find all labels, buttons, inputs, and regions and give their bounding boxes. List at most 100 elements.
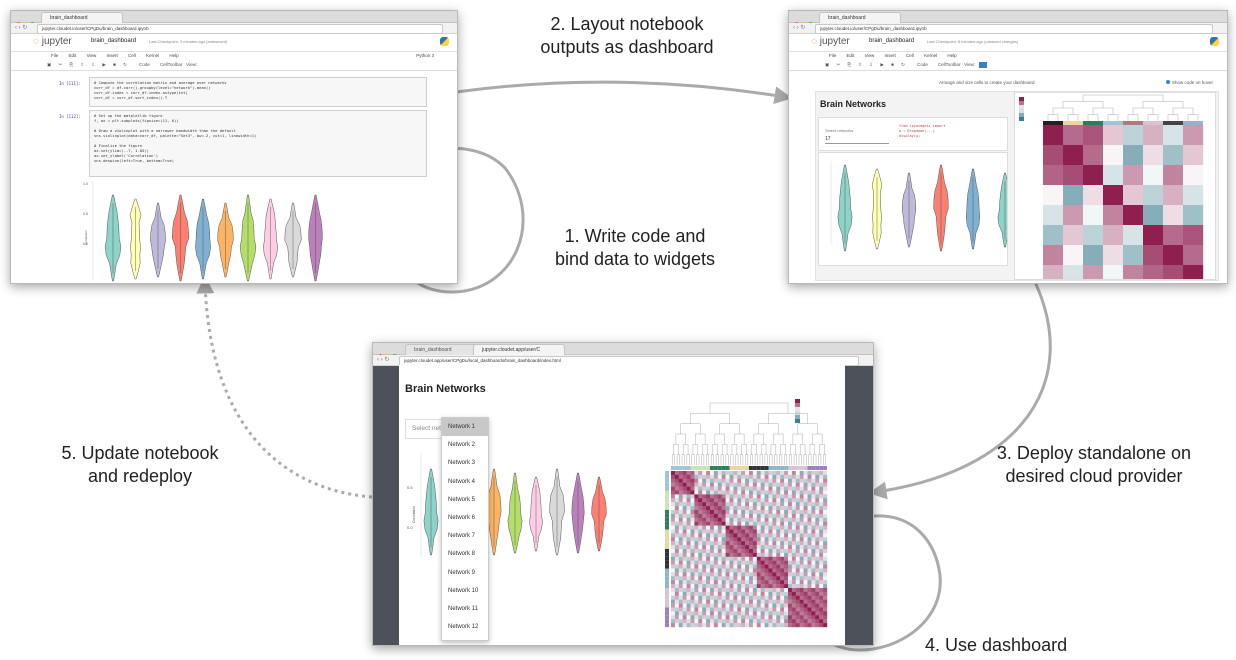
- code-cell-1[interactable]: # Compute the correlation matrix and ave…: [89, 77, 427, 107]
- heatmap-cell: [772, 568, 777, 573]
- heatmap-cell: [702, 607, 707, 612]
- heatmap-cell: [717, 474, 722, 479]
- heatmap-cell: [713, 552, 718, 557]
- layout-violin-plot[interactable]: [818, 152, 1008, 266]
- heatmap-cell: [772, 611, 777, 616]
- select-value[interactable]: 17: [825, 136, 889, 144]
- heatmap-cell: [807, 591, 812, 596]
- widget-cell[interactable]: Select networks 17 from ipywidgets impor…: [818, 117, 1008, 151]
- menu-edit[interactable]: Edit: [847, 53, 855, 58]
- dendrogram-branch: [730, 454, 734, 465]
- network-option-5[interactable]: Network 5: [442, 491, 488, 509]
- dendrogram-branch: [721, 444, 728, 455]
- toolbar-icons[interactable]: ▣ ✂ ⎘ ⇧ ⇩ ▶ ■ ↻: [47, 62, 130, 67]
- heatmap-cell: [713, 568, 718, 573]
- code-cell-2[interactable]: # Set up the matplotlib figure f, ax = p…: [89, 110, 427, 177]
- heatmap-cell: [710, 533, 715, 538]
- heatmap-cell: [725, 521, 730, 526]
- heatmap-cell: [674, 537, 679, 542]
- menu-kernel[interactable]: Kernel: [924, 53, 937, 58]
- network-dropdown[interactable]: Network 1 Network 2 Network 3 Network 4 …: [441, 417, 489, 641]
- network-option-7[interactable]: Network 7: [442, 527, 488, 545]
- heatmap-cell: [745, 533, 750, 538]
- heatmap-cell: [803, 494, 808, 499]
- heatmap-cell: [678, 580, 683, 585]
- menu-kernel[interactable]: Kernel: [146, 53, 159, 58]
- menu-insert[interactable]: Insert: [885, 53, 896, 58]
- browser-tab[interactable]: brain_dashboard: [819, 12, 901, 23]
- heatmap-cell: [682, 525, 687, 530]
- nav-arrows-icon[interactable]: ‹ › ↻: [793, 24, 805, 32]
- heatmap-cell: [682, 568, 687, 573]
- heatmap-cell: [741, 490, 746, 495]
- url-field[interactable]: jupyter.cloudet.io/user/CPgDu/brain_dash…: [815, 24, 1213, 34]
- url-field[interactable]: jupyter.cloudet.io/user/CPgDu/brain_dash…: [37, 24, 443, 34]
- jupyter-logo[interactable]: ◌ jupyter: [811, 36, 850, 47]
- network-option-1[interactable]: Network 1: [442, 418, 488, 437]
- network-option-8[interactable]: Network 8: [442, 545, 488, 563]
- toolbar-cell-type[interactable]: Code CellToolbar View:: [917, 62, 975, 67]
- toolbar-icons[interactable]: ▣ ✂ ⎘ ⇧ ⇩ ▶ ■ ↻: [825, 62, 908, 67]
- network-option-2[interactable]: Network 2: [442, 436, 488, 454]
- nav-arrows-icon[interactable]: ‹ › ↻: [377, 356, 389, 364]
- nav-arrows-icon[interactable]: ‹ › ↻: [15, 24, 27, 32]
- heatmap-cell: [682, 552, 687, 557]
- toolbar-cell-type[interactable]: Code CellToolbar View:: [139, 62, 197, 67]
- heatmap-cell: [717, 623, 722, 628]
- heatmap-cell: [710, 580, 715, 585]
- heatmap-cell: [682, 549, 687, 554]
- layout-view-button[interactable]: [979, 61, 988, 68]
- heatmap-cell: [671, 525, 676, 530]
- dashboard-heatmap[interactable]: [629, 395, 844, 635]
- menu-view[interactable]: View: [87, 53, 97, 58]
- heatmap-cell: [706, 490, 711, 495]
- browser-tab-notebook[interactable]: brain_dashboard: [405, 344, 477, 355]
- heatmap-cell: [694, 591, 699, 596]
- network-option-10[interactable]: Network 10: [442, 582, 488, 600]
- heatmap-cell: [1183, 125, 1204, 146]
- heatmap-cell: [737, 588, 742, 593]
- heatmap-cell[interactable]: [1014, 92, 1216, 280]
- heatmap-cell: [811, 537, 816, 542]
- heatmap-cell: [1183, 185, 1204, 206]
- heatmap-cell: [671, 615, 676, 620]
- browser-tab-dashboard[interactable]: jupyter.cloudet.app/user/C: [473, 344, 565, 355]
- network-option-11[interactable]: Network 11: [442, 600, 488, 618]
- heatmap-cell: [741, 576, 746, 581]
- heatmap-cell: [741, 525, 746, 530]
- menu-help[interactable]: Help: [169, 53, 178, 58]
- dendrogram-branch: [690, 413, 730, 424]
- notebook-name[interactable]: brain_dashboard: [91, 38, 136, 44]
- dashboard-violin-plot[interactable]: 0.5 0.0 Correlation: [401, 449, 623, 579]
- menu-cell[interactable]: Cell: [906, 53, 914, 58]
- heatmap-cell: [682, 517, 687, 522]
- heatmap-cell: [713, 545, 718, 550]
- menu-view[interactable]: View: [865, 53, 875, 58]
- heatmap-cell: [756, 525, 761, 530]
- network-option-4[interactable]: Network 4: [442, 473, 488, 491]
- heatmap-cell: [760, 506, 765, 511]
- heatmap-cell: [713, 471, 718, 476]
- menu-help[interactable]: Help: [947, 53, 956, 58]
- menu-file[interactable]: File: [51, 53, 58, 58]
- heatmap-cell: [725, 529, 730, 534]
- menu-file[interactable]: File: [829, 53, 836, 58]
- jupyter-logo[interactable]: ◌ jupyter: [33, 36, 72, 47]
- menu-edit[interactable]: Edit: [69, 53, 77, 58]
- heatmap-cell: [752, 474, 757, 479]
- heatmap-cell: [780, 533, 785, 538]
- network-option-12[interactable]: Network 12: [442, 618, 488, 636]
- network-option-6[interactable]: Network 6: [442, 509, 488, 527]
- show-code-toggle[interactable]: Show code on hover: [1165, 80, 1213, 85]
- heatmap-cell: [768, 513, 773, 518]
- heatmap-cell: [780, 576, 785, 581]
- network-option-3[interactable]: Network 3: [442, 454, 488, 472]
- notebook-name[interactable]: brain_dashboard: [869, 38, 914, 44]
- network-option-9[interactable]: Network 9: [442, 564, 488, 582]
- browser-tab[interactable]: brain_dashboard: [41, 12, 123, 23]
- code-cell-1-source: # Compute the correlation matrix and ave…: [94, 80, 227, 100]
- menu-cell[interactable]: Cell: [128, 53, 136, 58]
- menu-insert[interactable]: Insert: [107, 53, 118, 58]
- heatmap-cell: [713, 510, 718, 515]
- heatmap-cell: [671, 510, 676, 515]
